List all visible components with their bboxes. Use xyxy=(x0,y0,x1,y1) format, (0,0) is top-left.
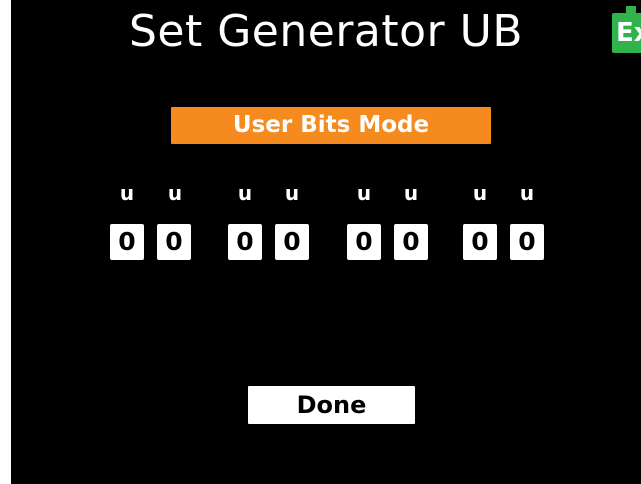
user-bit-label-4: u xyxy=(284,181,300,205)
battery-icon: Ex xyxy=(612,13,641,53)
user-bit-digit-2[interactable]: 0 xyxy=(157,224,191,260)
battery-label: Ex xyxy=(616,18,641,48)
user-bits-mode-button[interactable]: User Bits Mode xyxy=(171,107,491,144)
page-title: Set Generator UB xyxy=(128,6,524,57)
user-bit-digit-8[interactable]: 0 xyxy=(510,224,544,260)
user-bit-digit-6[interactable]: 0 xyxy=(394,224,428,260)
user-bit-label-8: u xyxy=(519,181,535,205)
user-bit-label-3: u xyxy=(237,181,253,205)
user-bit-digit-7[interactable]: 0 xyxy=(463,224,497,260)
device-screen: Set Generator UB Ex User Bits Mode u u u… xyxy=(11,0,641,484)
user-bit-label-6: u xyxy=(403,181,419,205)
user-bit-digit-4[interactable]: 0 xyxy=(275,224,309,260)
user-bit-label-2: u xyxy=(167,181,183,205)
user-bit-digit-3[interactable]: 0 xyxy=(228,224,262,260)
user-bit-label-5: u xyxy=(356,181,372,205)
done-button[interactable]: Done xyxy=(248,386,415,424)
user-bit-digit-5[interactable]: 0 xyxy=(347,224,381,260)
user-bit-digit-1[interactable]: 0 xyxy=(110,224,144,260)
user-bit-label-1: u xyxy=(119,181,135,205)
user-bit-label-7: u xyxy=(472,181,488,205)
